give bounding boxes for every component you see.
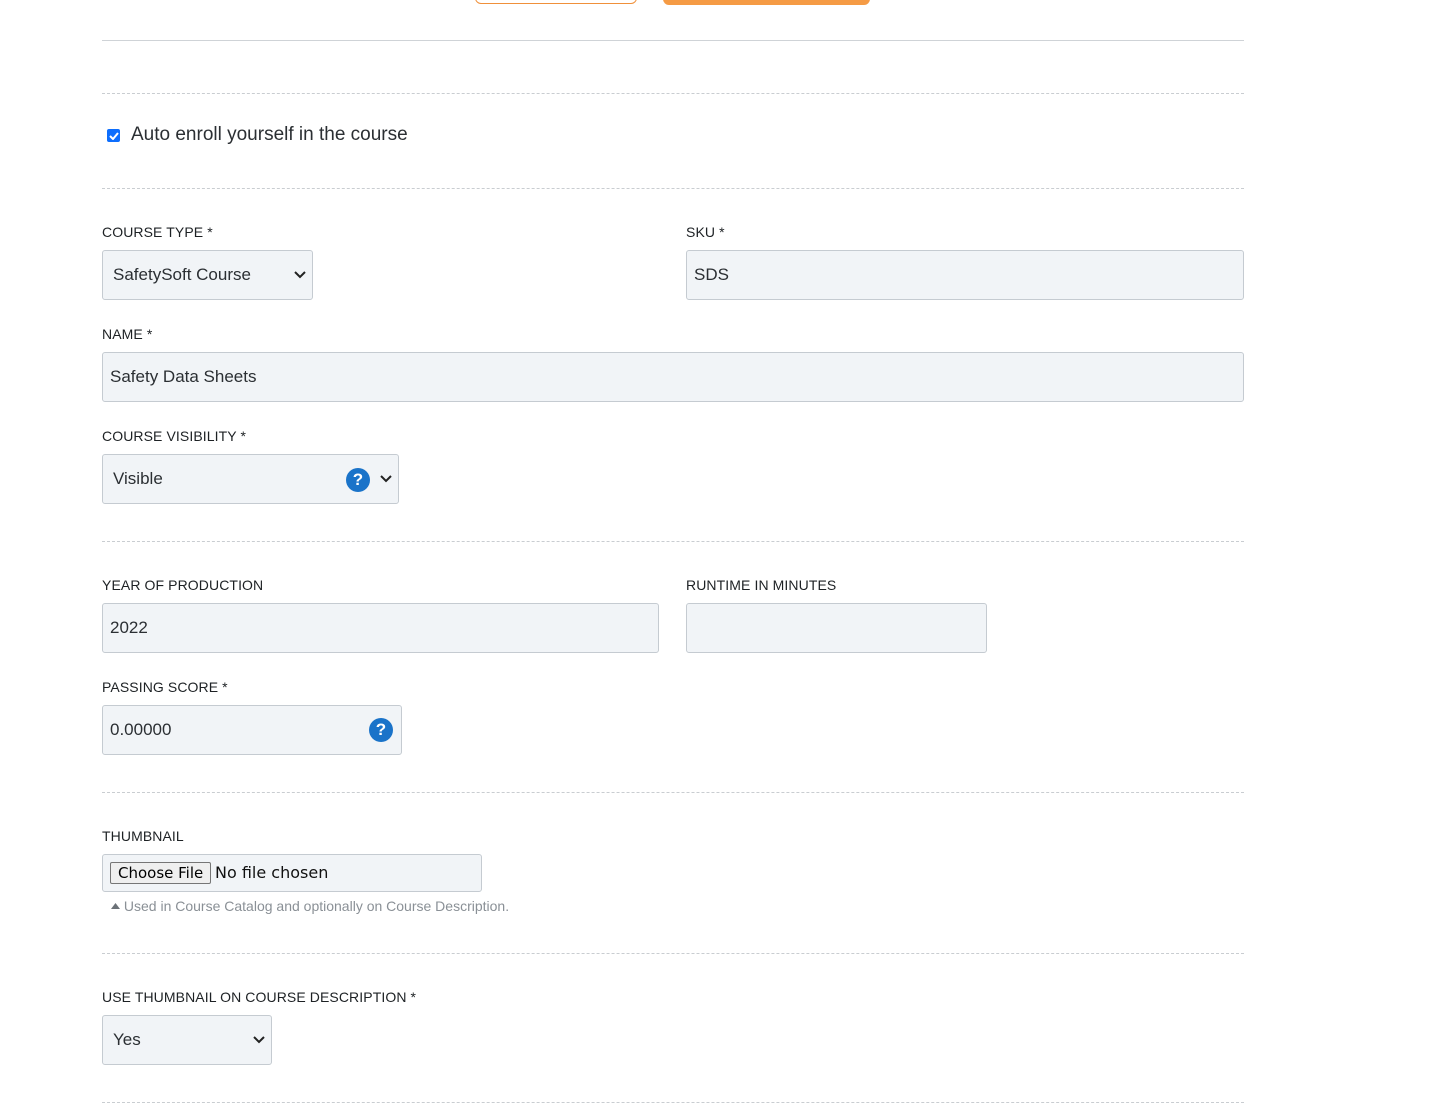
sku-label: SKU * [686, 224, 725, 240]
section-divider [102, 792, 1244, 793]
use-thumbnail-value: Yes [113, 1030, 141, 1049]
file-status: No file chosen [215, 863, 329, 882]
secondary-button[interactable] [475, 0, 637, 4]
caret-up-icon [111, 903, 120, 909]
sku-value: SDS [694, 265, 729, 284]
passing-score-value: 0.00000 [110, 720, 172, 739]
course-visibility-value: Visible [113, 469, 163, 488]
year-of-production-value: 2022 [110, 618, 148, 637]
section-divider [102, 93, 1244, 94]
thumbnail-file-input[interactable]: Choose File No file chosen [102, 854, 482, 892]
chevron-down-icon [380, 475, 392, 483]
course-type-label: COURSE TYPE * [102, 224, 213, 240]
name-value: Safety Data Sheets [110, 367, 257, 386]
primary-button[interactable] [663, 0, 870, 5]
course-visibility-select[interactable]: Visible ? [102, 454, 399, 504]
auto-enroll-label[interactable]: Auto enroll yourself in the course [131, 124, 408, 146]
section-divider [102, 1102, 1244, 1103]
section-divider [102, 188, 1244, 189]
course-type-value: SafetySoft Course [113, 265, 251, 284]
sku-input[interactable]: SDS [686, 250, 1244, 300]
chevron-down-icon [253, 1036, 265, 1044]
course-type-select[interactable]: SafetySoft Course [102, 250, 313, 300]
section-divider [102, 953, 1244, 954]
runtime-label: RUNTIME IN MINUTES [686, 577, 837, 593]
section-divider [102, 40, 1244, 41]
runtime-input[interactable] [686, 603, 987, 653]
use-thumbnail-label: USE THUMBNAIL ON COURSE DESCRIPTION * [102, 989, 417, 1005]
chevron-down-icon [294, 271, 306, 279]
thumbnail-hint-text: Used in Course Catalog and optionally on… [123, 898, 510, 914]
name-label: NAME * [102, 326, 153, 342]
year-of-production-label: YEAR OF PRODUCTION [102, 577, 264, 593]
thumbnail-label: THUMBNAIL [102, 828, 184, 844]
name-input[interactable]: Safety Data Sheets [102, 352, 1244, 402]
help-icon[interactable]: ? [346, 468, 370, 492]
auto-enroll-checkbox[interactable] [107, 129, 120, 142]
thumbnail-hint: Used in Course Catalog and optionally on… [111, 898, 509, 914]
checkmark-icon [108, 131, 119, 140]
choose-file-button[interactable]: Choose File [110, 862, 212, 884]
passing-score-input[interactable]: 0.00000 ? [102, 705, 402, 755]
passing-score-label: PASSING SCORE * [102, 679, 228, 695]
section-divider [102, 541, 1244, 542]
year-of-production-input[interactable]: 2022 [102, 603, 659, 653]
use-thumbnail-select[interactable]: Yes [102, 1015, 272, 1065]
help-icon[interactable]: ? [369, 718, 393, 742]
course-visibility-label: COURSE VISIBILITY * [102, 428, 247, 444]
